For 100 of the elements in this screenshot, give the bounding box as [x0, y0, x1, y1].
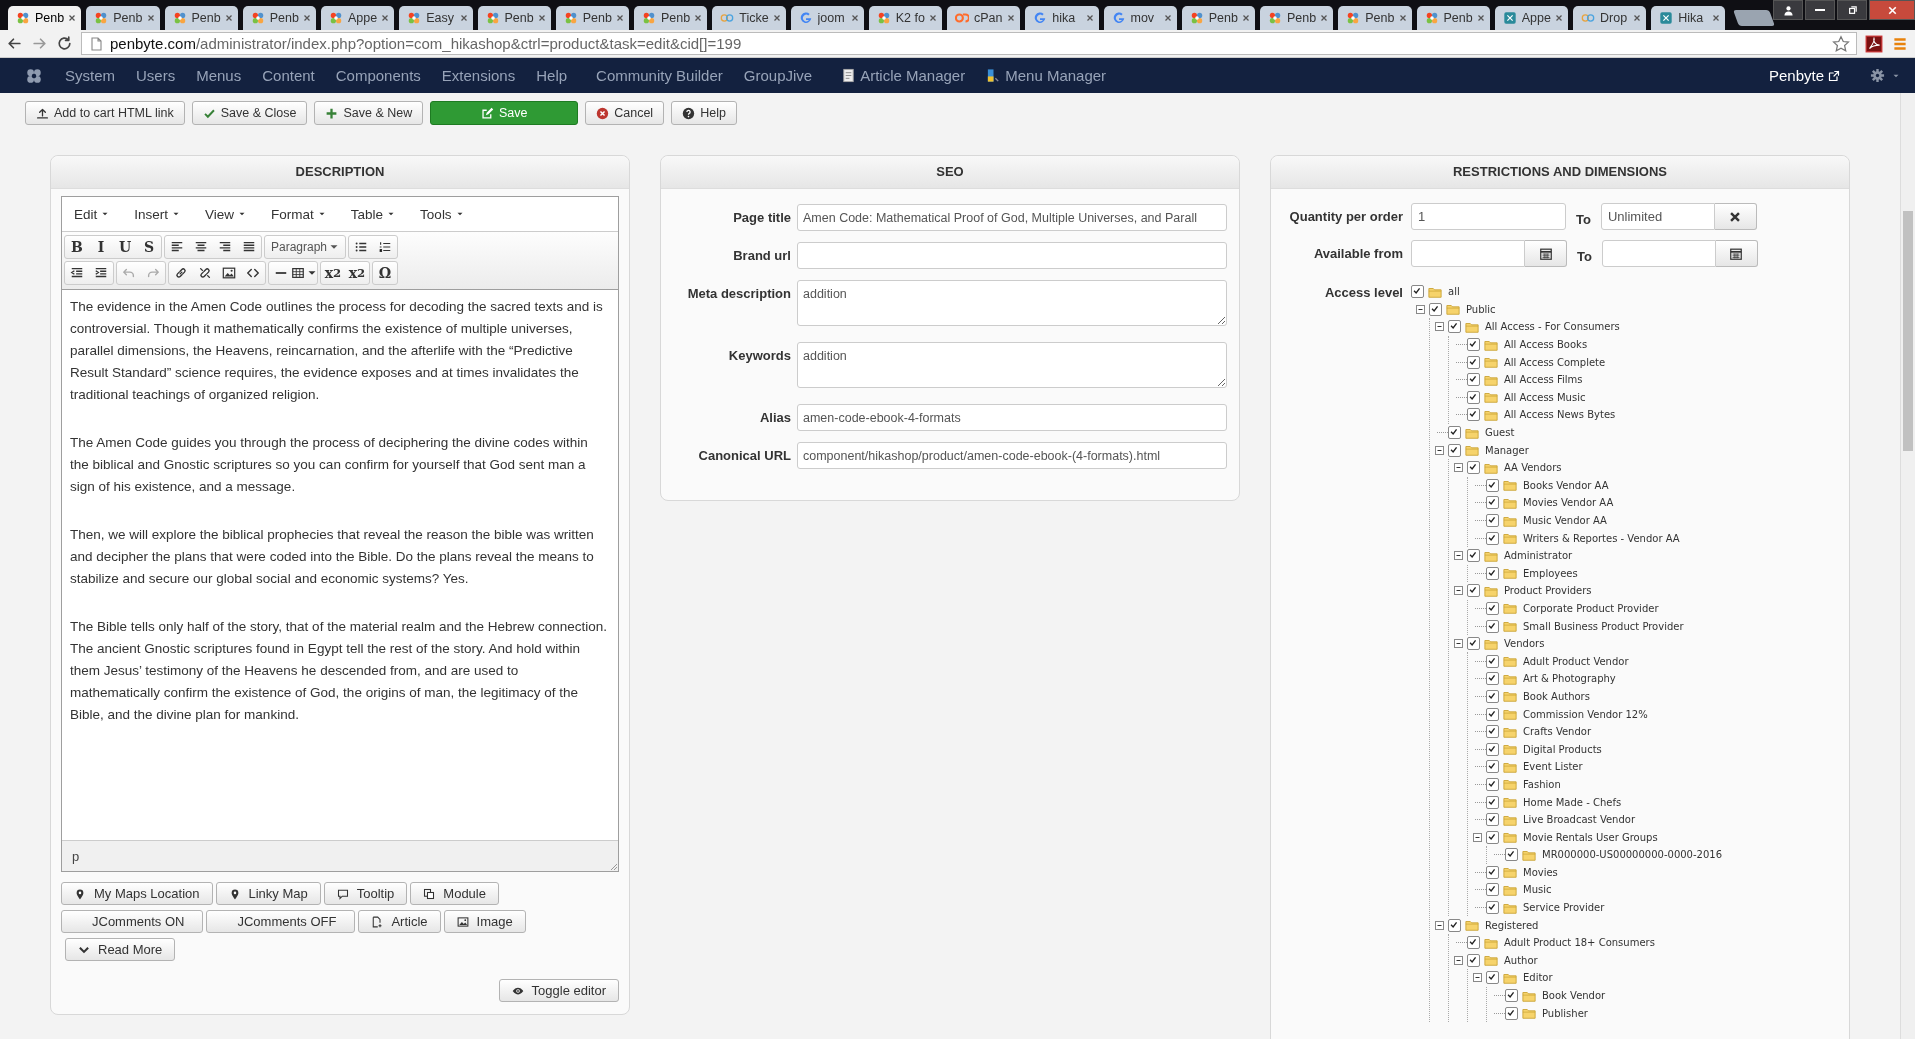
collapse-icon[interactable]: [1472, 832, 1482, 842]
browser-tab[interactable]: Penb: [8, 6, 82, 30]
checkbox[interactable]: [1486, 865, 1499, 879]
tree-item-label[interactable]: Books Vendor AA: [1523, 479, 1609, 491]
profile-button[interactable]: [1773, 0, 1804, 20]
tree-item-label[interactable]: All Access Complete: [1504, 356, 1606, 368]
text-area[interactable]: addition: [797, 280, 1227, 326]
tree-item-label[interactable]: Writers & Reportes - Vendor AA: [1523, 532, 1680, 544]
tree-item-label[interactable]: All Access - For Consumers: [1485, 321, 1620, 333]
checkbox[interactable]: [1505, 989, 1518, 1003]
checkbox[interactable]: [1467, 355, 1480, 369]
close-icon[interactable]: [536, 13, 547, 23]
tree-item-label[interactable]: Movie Rentals User Groups: [1523, 831, 1658, 843]
editor-button[interactable]: Module: [410, 882, 499, 905]
nav-menu-item[interactable]: System: [65, 67, 115, 84]
tree-item-label[interactable]: All Access Books: [1504, 339, 1588, 351]
browser-tab[interactable]: Drop: [1573, 6, 1647, 30]
browser-tab[interactable]: Penb: [86, 6, 160, 30]
close-icon[interactable]: [380, 13, 391, 23]
close-icon[interactable]: [1554, 13, 1564, 23]
checkbox[interactable]: [1486, 654, 1499, 668]
checkbox[interactable]: [1486, 971, 1499, 985]
browser-tab[interactable]: Penb: [164, 6, 238, 30]
back-icon[interactable]: [6, 35, 23, 52]
editor-button[interactable]: JComments ON: [61, 910, 204, 933]
close-icon[interactable]: [1084, 13, 1095, 23]
tree-item-label[interactable]: Guest: [1485, 427, 1515, 439]
calendar-button[interactable]: [1525, 240, 1567, 267]
checkbox[interactable]: [1486, 689, 1499, 703]
checkbox[interactable]: [1505, 1006, 1518, 1020]
input-field[interactable]: amen-code-ebook-4-formats: [797, 404, 1227, 431]
checkbox[interactable]: [1467, 408, 1480, 422]
checkbox[interactable]: [1486, 742, 1499, 756]
browser-tab[interactable]: joom: [790, 6, 864, 30]
format-button[interactable]: S: [137, 236, 161, 258]
format-button[interactable]: B: [65, 236, 89, 258]
tree-item-label[interactable]: Registered: [1485, 919, 1539, 931]
browser-tab[interactable]: mov: [1103, 6, 1177, 30]
checkbox[interactable]: [1467, 584, 1480, 598]
browser-tab[interactable]: Easy: [399, 6, 473, 30]
tree-item-label[interactable]: all: [1448, 286, 1460, 298]
tree-item-label[interactable]: Fashion: [1523, 778, 1561, 790]
toolbar-button[interactable]: Save & New: [314, 101, 424, 125]
site-link[interactable]: Penbyte: [1768, 67, 1840, 84]
nav-menu-item[interactable]: Components: [335, 67, 421, 84]
close-icon[interactable]: [1397, 13, 1408, 23]
checkbox[interactable]: [1486, 672, 1499, 686]
nav-menu-item[interactable]: Users: [136, 67, 176, 84]
forward-icon[interactable]: [31, 35, 48, 52]
collapse-icon[interactable]: [1434, 322, 1444, 332]
browser-tab[interactable]: Appe: [321, 6, 395, 30]
checkbox[interactable]: [1486, 883, 1499, 897]
checkbox[interactable]: [1486, 478, 1499, 492]
checkbox[interactable]: [1467, 461, 1480, 475]
nav-menu-item[interactable]: Content: [262, 67, 315, 84]
nav-menu-item[interactable]: Menus: [196, 67, 242, 84]
close-icon[interactable]: [1319, 13, 1330, 23]
tree-item-label[interactable]: Book Vendor: [1542, 990, 1606, 1002]
checkbox[interactable]: [1448, 320, 1461, 334]
collapse-icon[interactable]: [1453, 463, 1463, 473]
checkbox[interactable]: [1467, 338, 1480, 352]
checkbox[interactable]: [1486, 725, 1499, 739]
collapse-icon[interactable]: [1434, 920, 1444, 930]
scrollbar[interactable]: [1900, 93, 1915, 1039]
tree-item-label[interactable]: Corporate Product Provider: [1523, 603, 1659, 614]
checkbox[interactable]: [1467, 637, 1480, 651]
date-field[interactable]: [1601, 240, 1716, 267]
close-icon[interactable]: [458, 13, 469, 23]
checkbox[interactable]: [1429, 302, 1442, 316]
tree-item-label[interactable]: Music Vendor AA: [1523, 515, 1607, 526]
tree-item-label[interactable]: All Access Films: [1504, 374, 1583, 386]
tree-item-label[interactable]: Author: [1504, 954, 1538, 966]
tree-item-label[interactable]: Editor: [1523, 972, 1553, 984]
checkbox[interactable]: [1486, 496, 1499, 510]
tree-item-label[interactable]: Live Broadcast Vendor: [1523, 814, 1635, 826]
scrollbar-thumb[interactable]: [1903, 211, 1913, 451]
nav-menu-item[interactable]: Article Manager: [841, 67, 966, 84]
close-icon[interactable]: [771, 13, 782, 23]
text-area[interactable]: addition: [797, 342, 1227, 388]
toolbar-button[interactable]: Cancel: [585, 101, 665, 125]
pdf-icon[interactable]: [1865, 34, 1883, 53]
format-select[interactable]: Paragraph: [265, 236, 345, 258]
close-icon[interactable]: [1475, 13, 1486, 23]
tree-item-label[interactable]: Digital Products: [1523, 743, 1602, 755]
input-field[interactable]: 1: [1411, 203, 1566, 230]
editor-button[interactable]: Read More: [65, 938, 176, 961]
checkbox[interactable]: [1467, 953, 1480, 967]
browser-tab[interactable]: Penb: [1416, 6, 1490, 30]
format-button[interactable]: U: [113, 236, 137, 258]
input-field[interactable]: Amen Code: Mathematical Proof of God, Multiple Universes, and Parall: [797, 204, 1227, 231]
tree-item-label[interactable]: Publisher: [1542, 1007, 1588, 1019]
checkbox[interactable]: [1486, 777, 1499, 791]
toolbar-button[interactable]: Save: [430, 101, 579, 125]
input-field[interactable]: [797, 242, 1227, 269]
star-icon[interactable]: [1832, 34, 1850, 53]
checkbox[interactable]: [1486, 901, 1499, 915]
editor-button[interactable]: JComments OFF: [206, 910, 356, 933]
collapse-icon[interactable]: [1453, 639, 1463, 649]
tree-item-label[interactable]: AA Vendors: [1504, 462, 1562, 474]
clear-button[interactable]: [1714, 203, 1757, 230]
